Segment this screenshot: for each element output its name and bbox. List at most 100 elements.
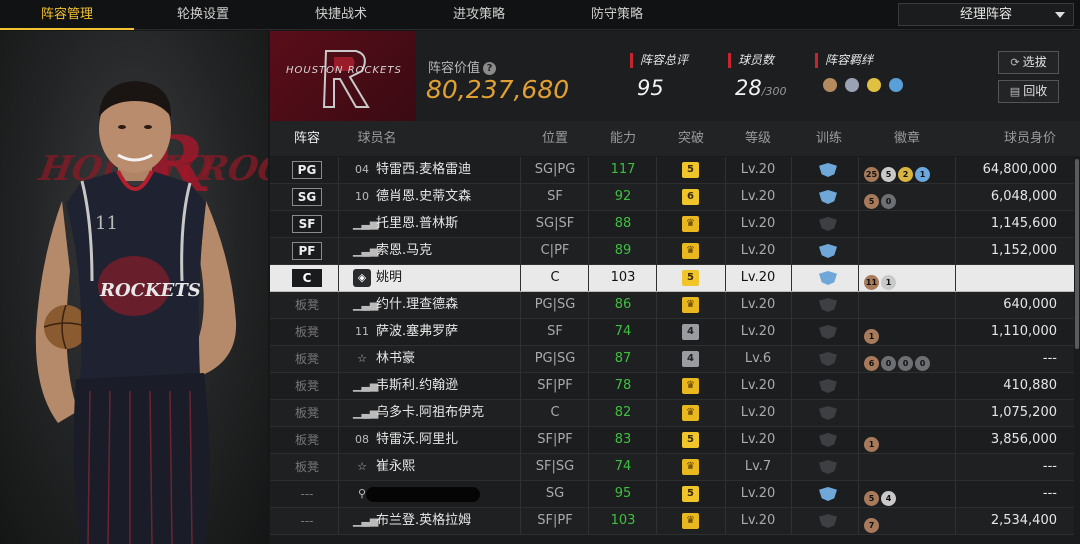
table-row[interactable]: 板凳 ▁▃▅ 韦斯利.约翰逊 SF|PF 78 ♛ Lv.20 410,880 [270,373,1074,400]
training-inactive-icon[interactable] [819,514,837,528]
badge[interactable]: 5 [864,491,879,506]
badge[interactable]: 0 [898,356,913,371]
column-divider [858,157,859,183]
training-inactive-icon[interactable] [819,460,837,474]
table-row[interactable]: 板凳 ▁▃▅ 约什.理查德森 PG|SG 86 ♛ Lv.20 640,000 [270,292,1074,319]
player-name[interactable]: 姚明 [376,265,402,291]
player-name[interactable]: 萨波.塞弗罗萨 [376,319,458,345]
player-name[interactable]: 乌多卡.阿祖布伊克 [376,400,484,426]
badge[interactable]: 1 [881,275,896,290]
training-active-icon[interactable] [819,487,837,501]
chemistry-icon-4[interactable] [889,78,903,92]
player-name[interactable]: 韦斯利.约翰逊 [376,373,458,399]
column-divider [338,400,339,426]
player-count-label: 球员数 [728,53,774,68]
column-divider [858,184,859,210]
training-inactive-icon[interactable] [819,325,837,339]
badge[interactable]: 1 [864,329,879,344]
player-position: SG [545,486,565,501]
player-rating: 86 [614,297,632,312]
tab-rotation[interactable]: 轮换设置 [136,0,270,30]
player-name[interactable]: 德肖恩.史蒂文森 [376,184,471,210]
badge-group: 1 [864,432,881,452]
badge[interactable]: 5 [864,194,879,209]
table-row[interactable]: 板凳 11 萨波.塞弗罗萨 SF 74 4 Lv.20 1 1,110,000 [270,319,1074,346]
lineup-dropdown[interactable]: 经理阵容 [898,3,1074,26]
player-level: Lv.20 [740,513,776,528]
table-row[interactable]: --- ▁▃▅ 布兰登.英格拉姆 SF|PF 103 ♛ Lv.20 7 2,534,400 [270,508,1074,535]
signal-bars-icon: ▁▃▅ [353,298,379,311]
table-row[interactable]: SF ▁▃▅ 托里恩.普林斯 SG|SF 88 ♛ Lv.20 1,145,600 [270,211,1074,238]
help-icon[interactable]: ? [483,62,497,75]
player-name[interactable]: 约什.理查德森 [376,292,458,318]
player-rating: 103 [610,513,636,528]
table-row[interactable]: PG 04 特雷西.麦格雷迪 SG|PG 117 5 Lv.20 25 5 2 1 64,800,00… [270,157,1074,184]
column-divider [338,346,339,372]
tab-defense[interactable]: 防守策略 [550,0,684,30]
column-divider [791,238,792,264]
top-nav: 阵容管理 轮换设置 快捷战术 进攻策略 防守策略 经理阵容 [0,0,1080,30]
training-active-icon[interactable] [819,163,837,177]
table-row[interactable]: 板凳 ▁▃▅ 乌多卡.阿祖布伊克 C 82 ♛ Lv.20 1,075,200 [270,400,1074,427]
tab-lineup[interactable]: 阵容管理 [0,0,134,30]
tab-quick-tactics[interactable]: 快捷战术 [274,0,408,30]
lineup-value: 80,237,680 [426,75,570,104]
tab-offense[interactable]: 进攻策略 [412,0,546,30]
training-inactive-icon[interactable] [819,217,837,231]
training-inactive-icon[interactable] [819,433,837,447]
player-name[interactable]: 特雷沃.阿里扎 [376,427,458,453]
training-active-icon[interactable] [819,244,837,258]
select-button[interactable]: ⟳ 选拔 [998,51,1059,74]
team-logo-text: HOUSTON ROCKETS [286,65,402,76]
table-row[interactable]: 板凳 ☆ 林书豪 PG|SG 87 4 Lv.6 6 0 0 0 --- [270,346,1074,373]
training-inactive-icon[interactable] [819,298,837,312]
player-name[interactable]: 崔永熙 [376,454,415,480]
player-name[interactable]: 特雷西.麦格雷迪 [376,157,471,183]
training-active-icon[interactable] [819,271,837,285]
table-row[interactable]: 板凳 ☆ 崔永熙 SF|SG 74 ♛ Lv.7 --- [270,454,1074,481]
table-row[interactable]: SG 10 德肖恩.史蒂文森 SF 92 6 Lv.20 5 0 6,048,000 [270,184,1074,211]
slot-label: 板凳 [294,406,319,420]
player-name[interactable]: 林书豪 [376,346,415,372]
slot-label: 板凳 [294,352,319,366]
chemistry-icon-3[interactable] [867,78,881,92]
player-name[interactable]: 托里恩.普林斯 [376,211,458,237]
player-salary: --- [1042,486,1057,501]
column-divider [955,400,956,426]
scrollbar[interactable] [1075,159,1079,349]
badge[interactable]: 25 [864,167,879,182]
badge[interactable]: 1 [864,437,879,452]
table-row[interactable]: 板凳 08 特雷沃.阿里扎 SF|PF 83 5 Lv.20 1 3,856,000 [270,427,1074,454]
column-divider [955,211,956,237]
player-name[interactable]: 布兰登.英格拉姆 [376,508,471,534]
table-row[interactable]: PF ▁▃▅ 索恩.马克 C|PF 89 ♛ Lv.20 1,152,000 [270,238,1074,265]
slot-badge: PG [292,161,322,179]
badge[interactable]: 2 [898,167,913,182]
badge[interactable]: 6 [864,356,879,371]
chemistry-icon-1[interactable] [823,78,837,92]
table-row[interactable]: --- ⚲ SG 95 5 Lv.20 5 4 --- [270,481,1074,508]
badge-group: 11 1 [864,270,898,290]
badge[interactable]: 0 [881,194,896,209]
column-divider [858,238,859,264]
badge[interactable]: 11 [864,275,879,290]
training-inactive-icon[interactable] [819,379,837,393]
badge[interactable]: 0 [915,356,930,371]
chemistry-icon-2[interactable] [845,78,859,92]
player-position: SG|SF [535,216,575,231]
column-divider [791,373,792,399]
badge[interactable]: 5 [881,167,896,182]
badge[interactable]: 0 [881,356,896,371]
table-row[interactable]: C ◈ 姚明 C 103 5 Lv.20 11 1 --- [270,265,1074,292]
player-salary: 3,856,000 [990,432,1057,447]
badge[interactable]: 1 [915,167,930,182]
badge[interactable]: 7 [864,518,879,533]
player-name[interactable]: 索恩.马克 [376,238,432,264]
badge[interactable]: 4 [881,491,896,506]
column-divider [791,400,792,426]
training-inactive-icon[interactable] [819,352,837,366]
col-rating: 能力 [609,131,636,146]
training-inactive-icon[interactable] [819,406,837,420]
training-active-icon[interactable] [819,190,837,204]
recycle-button[interactable]: ▤ 回收 [998,80,1059,103]
